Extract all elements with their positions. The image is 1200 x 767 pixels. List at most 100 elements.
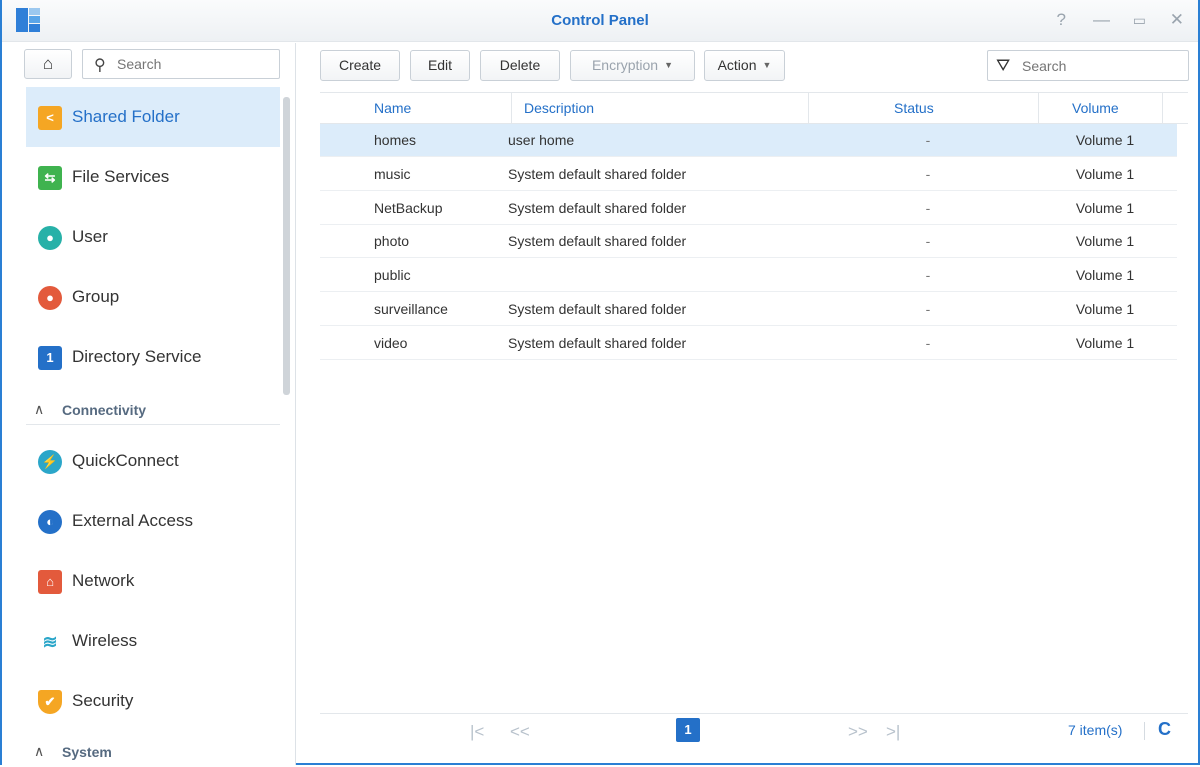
column-header-name[interactable]: Name: [374, 100, 411, 116]
sidebar-item-label: QuickConnect: [72, 451, 179, 470]
table-row[interactable]: video System default shared folder - Vol…: [320, 327, 1177, 360]
table-row[interactable]: photo System default shared folder - Vol…: [320, 225, 1177, 258]
sidebar-item-label: Shared Folder: [72, 107, 180, 126]
encryption-dropdown[interactable]: Encryption ▼: [570, 50, 695, 81]
cell-name: homes: [374, 132, 417, 148]
table-row[interactable]: homes user home - Volume 1: [320, 124, 1177, 157]
sidebar-item-user[interactable]: ● User: [26, 207, 280, 267]
main-search-input[interactable]: [1022, 56, 1172, 76]
create-button[interactable]: Create: [320, 50, 400, 81]
cell-status: -: [925, 267, 931, 283]
cell-status: -: [925, 233, 931, 249]
sidebar-search-input[interactable]: [117, 54, 267, 74]
group-icon: ●: [38, 286, 62, 310]
next-page-icon[interactable]: >>: [848, 722, 868, 742]
last-page-icon[interactable]: >|: [886, 722, 900, 742]
cell-name: NetBackup: [374, 200, 443, 216]
window-title: Control Panel: [551, 12, 649, 29]
prev-page-icon[interactable]: <<: [510, 722, 530, 742]
chevron-up-icon: ∧: [34, 743, 45, 759]
sidebar-item-label: Wireless: [72, 631, 138, 650]
section-label: System: [62, 744, 112, 760]
sidebar-scrollbar[interactable]: [283, 97, 290, 395]
cell-description: System default shared folder: [508, 200, 687, 216]
cell-volume: Volume 1: [1075, 301, 1135, 317]
cell-name: surveillance: [374, 301, 448, 317]
cell-description: System default shared folder: [508, 335, 687, 351]
table-row[interactable]: music System default shared folder - Vol…: [320, 158, 1177, 191]
close-icon[interactable]: ✕: [1170, 10, 1184, 30]
cell-name: photo: [374, 233, 410, 249]
sidebar-item-external-access[interactable]: ◐ External Access: [26, 491, 280, 551]
main-search[interactable]: ⛛: [987, 50, 1189, 81]
sidebar-item-group[interactable]: ● Group: [26, 267, 280, 327]
action-dropdown[interactable]: Action ▼: [704, 50, 785, 81]
cell-name: music: [374, 166, 411, 182]
sidebar: ⌂ ⚲ < Shared Folder ⇆ File Services ● Us…: [2, 43, 296, 765]
sidebar-item-file-services[interactable]: ⇆ File Services: [26, 147, 280, 207]
column-header-status[interactable]: Status: [894, 100, 934, 116]
column-header-description[interactable]: Description: [524, 100, 594, 116]
delete-button[interactable]: Delete: [480, 50, 560, 81]
search-icon: ⚲: [94, 57, 106, 74]
column-header-volume[interactable]: Volume: [1072, 100, 1119, 116]
cell-volume: Volume 1: [1075, 267, 1135, 283]
sidebar-item-network[interactable]: ⌂ Network: [26, 551, 280, 611]
network-icon: ⌂: [38, 570, 62, 594]
chevron-down-icon: ▼: [762, 60, 772, 70]
cell-status: -: [925, 301, 931, 317]
current-page[interactable]: 1: [676, 718, 700, 742]
chevron-down-icon: ▼: [664, 60, 674, 70]
encryption-label: Encryption: [591, 57, 659, 73]
cell-volume: Volume 1: [1075, 166, 1135, 182]
cell-volume: Volume 1: [1075, 132, 1135, 148]
maximize-icon[interactable]: ▭: [1133, 12, 1146, 29]
sidebar-item-shared-folder[interactable]: < Shared Folder: [26, 87, 280, 147]
refresh-icon[interactable]: C: [1158, 719, 1171, 740]
minimize-icon[interactable]: —: [1093, 10, 1110, 30]
first-page-icon[interactable]: |<: [470, 722, 484, 742]
sidebar-item-label: Directory Service: [72, 347, 202, 366]
sidebar-item-quickconnect[interactable]: ⚡ QuickConnect: [26, 431, 280, 491]
sidebar-item-label: User: [72, 227, 108, 246]
cell-description: System default shared folder: [508, 166, 687, 182]
cell-volume: Volume 1: [1075, 200, 1135, 216]
section-connectivity[interactable]: ∧ Connectivity: [26, 395, 280, 425]
title-bar: Control Panel ? — ▭ ✕: [2, 0, 1198, 42]
action-label: Action: [717, 57, 757, 73]
sidebar-search[interactable]: ⚲: [82, 49, 280, 79]
cell-description: user home: [508, 132, 575, 148]
table-header: Name Description Status Volume: [320, 92, 1188, 124]
sidebar-item-label: Group: [72, 287, 120, 306]
cell-status: -: [925, 166, 931, 182]
sidebar-item-wireless[interactable]: ≋ Wireless: [26, 611, 280, 671]
cell-description: System default shared folder: [508, 301, 687, 317]
sidebar-item-directory-service[interactable]: 1 Directory Service: [26, 327, 280, 387]
cell-name: video: [374, 335, 408, 351]
table-row[interactable]: public - Volume 1: [320, 259, 1177, 292]
home-icon: ⌂: [42, 54, 54, 73]
user-icon: ●: [38, 226, 62, 250]
sidebar-item-label: External Access: [72, 511, 193, 530]
sidebar-item-label: Security: [72, 691, 134, 710]
cell-status: -: [925, 132, 931, 148]
sidebar-item-label: Network: [72, 571, 135, 590]
table-row[interactable]: NetBackup System default shared folder -…: [320, 192, 1177, 225]
cell-status: -: [925, 200, 931, 216]
section-system[interactable]: ∧ System: [26, 737, 280, 767]
wireless-icon: ≋: [38, 630, 62, 654]
shared-folder-icon: <: [38, 106, 62, 130]
external-access-icon: ◐: [38, 510, 62, 534]
edit-button[interactable]: Edit: [410, 50, 470, 81]
sidebar-item-security[interactable]: ✔ Security: [26, 671, 280, 731]
help-icon[interactable]: ?: [1057, 10, 1066, 30]
quickconnect-icon: ⚡: [38, 450, 62, 474]
pagination-bar: |< << 1 >> >| 7 item(s) C: [320, 713, 1188, 747]
section-label: Connectivity: [62, 402, 147, 418]
security-icon: ✔: [38, 690, 62, 714]
table-row[interactable]: surveillance System default shared folde…: [320, 293, 1177, 326]
control-panel-window: Control Panel ? — ▭ ✕ ⌂ ⚲ < Shared Folde…: [0, 0, 1200, 765]
home-button[interactable]: ⌂: [24, 49, 72, 79]
sidebar-item-label: File Services: [72, 167, 170, 186]
chevron-up-icon: ∧: [34, 401, 45, 417]
